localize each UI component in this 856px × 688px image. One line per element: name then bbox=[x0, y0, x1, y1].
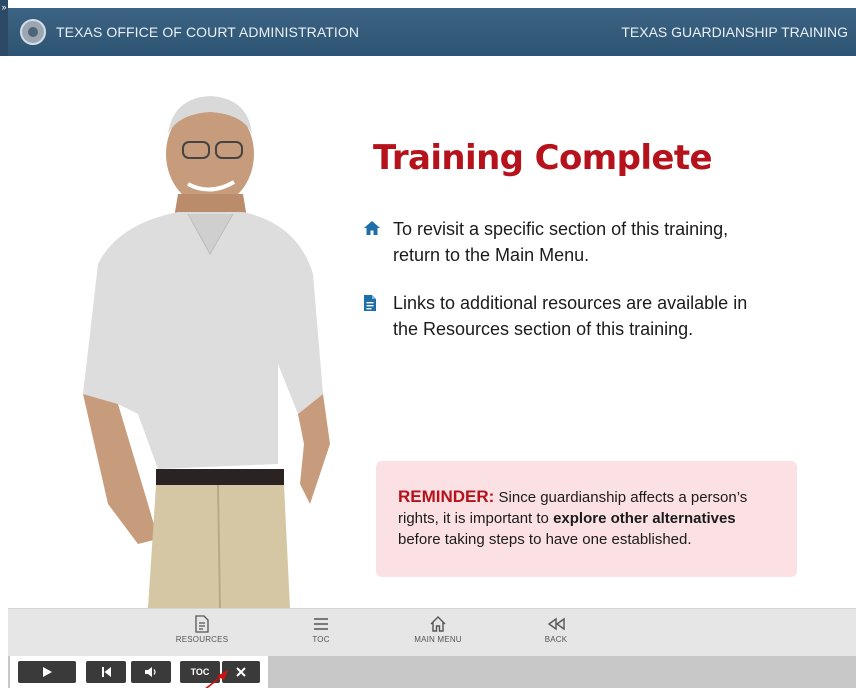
elderly-man-photo bbox=[83, 96, 330, 608]
course-title: TEXAS GUARDIANSHIP TRAINING bbox=[621, 24, 848, 40]
rewind-icon bbox=[547, 617, 565, 631]
nav-back-label: BACK bbox=[544, 635, 568, 644]
header-bar: TEXAS OFFICE OF COURT ADMINISTRATION TEX… bbox=[8, 8, 856, 56]
nav-toc-label: TOC bbox=[312, 635, 330, 644]
volume-button[interactable] bbox=[131, 661, 171, 683]
document-icon bbox=[364, 295, 376, 311]
play-icon bbox=[43, 667, 52, 677]
red-arrow-annotation-icon bbox=[205, 670, 228, 688]
nav-back-button[interactable]: BACK bbox=[516, 615, 596, 644]
reminder-emphasis: explore other alternatives bbox=[553, 510, 736, 527]
home-icon bbox=[430, 616, 446, 632]
slide-title: Training Complete bbox=[373, 138, 713, 178]
nav-resources-label: RESOURCES bbox=[175, 635, 229, 644]
restart-button[interactable] bbox=[86, 661, 126, 683]
bullet-text: Links to additional resources are availa… bbox=[393, 293, 748, 339]
sidebar-expand-button[interactable]: » bbox=[0, 0, 8, 56]
nav-main-menu-label: MAIN MENU bbox=[414, 635, 462, 644]
nav-main-menu-button[interactable]: MAIN MENU bbox=[398, 615, 478, 644]
bullet-resources: Links to additional resources are availa… bbox=[363, 290, 773, 342]
play-button[interactable] bbox=[18, 661, 76, 683]
reminder-text-end: before taking steps to have one establis… bbox=[398, 531, 692, 548]
home-icon bbox=[364, 221, 380, 235]
bullet-text: To revisit a specific section of this tr… bbox=[393, 219, 729, 265]
volume-icon bbox=[145, 667, 156, 677]
menu-icon bbox=[314, 618, 328, 630]
reminder-box: REMINDER: Since guardianship affects a p… bbox=[376, 461, 797, 577]
nav-toc-button[interactable]: TOC bbox=[281, 615, 361, 644]
document-icon bbox=[195, 615, 209, 633]
bullet-main-menu: To revisit a specific section of this tr… bbox=[363, 216, 773, 268]
reminder-lead: REMINDER: bbox=[398, 487, 495, 506]
texas-seal-icon bbox=[20, 19, 46, 45]
skip-back-icon bbox=[102, 667, 111, 677]
player-controls: TOC bbox=[8, 656, 856, 688]
org-title: TEXAS OFFICE OF COURT ADMINISTRATION bbox=[56, 24, 360, 40]
slide-content: Training Complete To revisit a specific … bbox=[8, 56, 856, 608]
nav-resources-button[interactable]: RESOURCES bbox=[162, 615, 242, 644]
bottom-nav: RESOURCES TOC MAIN MENU BACK bbox=[8, 608, 856, 656]
expand-icon: » bbox=[1, 2, 7, 12]
